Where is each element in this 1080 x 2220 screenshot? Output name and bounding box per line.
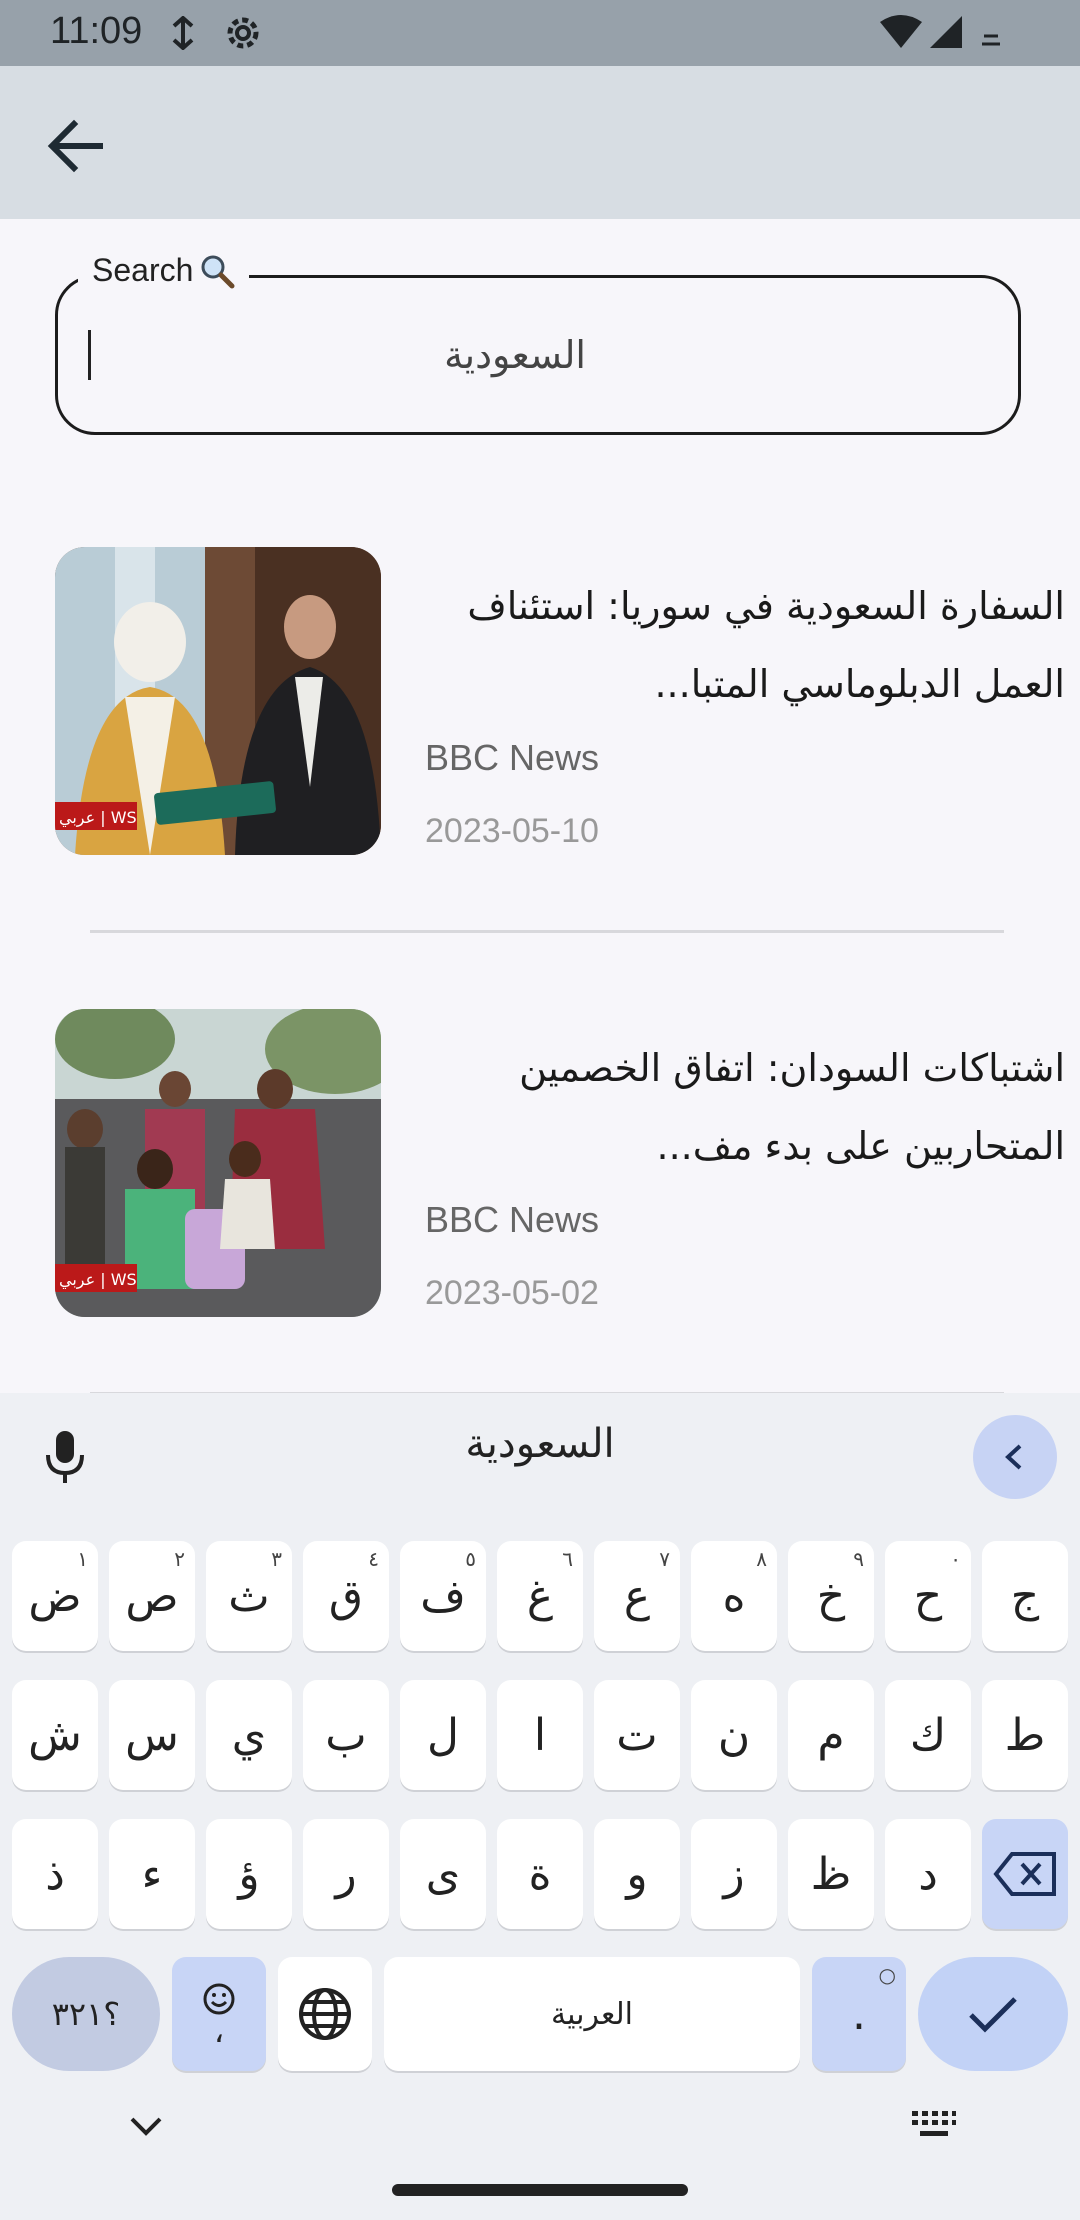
key[interactable]: ل (400, 1680, 486, 1790)
key[interactable]: غ٦ (497, 1541, 583, 1651)
article-title[interactable]: اشتباكات السودان: اتفاق الخصمين المتحارب… (425, 1029, 1065, 1185)
key[interactable]: ص٢ (109, 1541, 195, 1651)
key[interactable]: ر (303, 1819, 389, 1929)
key[interactable]: ع٧ (594, 1541, 680, 1651)
symbols-key[interactable]: ؟٣٢١ (12, 1957, 160, 2071)
article-card[interactable]: عربي | WS اشتباكات السودان: اتفاق الخصمي… (55, 1009, 1065, 1319)
key[interactable]: ت (594, 1680, 680, 1790)
battery-icon (982, 34, 1000, 46)
key[interactable]: ظ (788, 1819, 874, 1929)
status-time: 11:09 (50, 10, 143, 52)
suggestion-strip: السعودية (0, 1393, 1080, 1518)
chevron-left-icon (1005, 1444, 1022, 1470)
wifi-icon (880, 15, 922, 48)
key[interactable]: ط (982, 1680, 1068, 1790)
microphone-icon[interactable] (40, 1429, 90, 1485)
key[interactable]: ف٥ (400, 1541, 486, 1651)
text-caret (88, 330, 91, 380)
key[interactable]: خ٩ (788, 1541, 874, 1651)
keyboard-switch-icon[interactable] (910, 2107, 958, 2143)
article-source: BBC News (425, 737, 600, 778)
key[interactable]: ى (400, 1819, 486, 1929)
backspace-key[interactable] (982, 1819, 1068, 1929)
key[interactable]: ب (303, 1680, 389, 1790)
signal-icon (930, 16, 962, 48)
globe-icon (299, 1988, 351, 2040)
key[interactable]: ة (497, 1819, 583, 1929)
article-date: 2023-05-10 (425, 812, 599, 850)
key[interactable]: ش (12, 1680, 98, 1790)
key[interactable]: ث٣ (206, 1541, 292, 1651)
checkmark-icon (969, 1997, 1017, 2033)
language-key[interactable] (278, 1957, 372, 2071)
emoji-key[interactable]: ، (172, 1957, 266, 2071)
suggestion-word[interactable]: السعودية (340, 1421, 740, 1467)
bbc-badge: عربي | WS (59, 1270, 137, 1290)
article-card[interactable]: عربي | WS السفارة السعودية في سوريا: است… (55, 547, 1065, 857)
search-label: Search (78, 252, 250, 289)
data-saver-icon (172, 16, 194, 50)
key[interactable]: ح٠ (885, 1541, 971, 1651)
article-source: BBC News (425, 1199, 600, 1240)
key[interactable]: ن (691, 1680, 777, 1790)
key[interactable]: ؤ (206, 1819, 292, 1929)
article-image: عربي | WS (55, 547, 381, 855)
space-bar[interactable]: العربية (384, 1957, 800, 2071)
comma-label: ، (213, 2012, 225, 2050)
article-date: 2023-05-02 (425, 1274, 599, 1312)
key[interactable]: ء (109, 1819, 195, 1929)
key[interactable]: د (885, 1819, 971, 1929)
hide-keyboard-chevron-icon[interactable] (126, 2111, 166, 2141)
emoji-icon (203, 1983, 235, 2015)
article-thumbnail: عربي | WS (55, 1009, 381, 1317)
bbc-badge: عربي | WS (59, 808, 137, 828)
key[interactable]: م (788, 1680, 874, 1790)
article-title[interactable]: السفارة السعودية في سوريا: استئناف العمل… (425, 567, 1065, 723)
key[interactable]: ج (982, 1541, 1068, 1651)
status-bar: 11:09 (0, 0, 1080, 66)
article-thumbnail: عربي | WS (55, 547, 381, 855)
magnifier-icon (201, 255, 235, 288)
article-image: عربي | WS (55, 1009, 381, 1317)
key[interactable]: ز (691, 1819, 777, 1929)
search-field[interactable]: Search السعودية (55, 252, 1021, 435)
settings-gear-icon (227, 17, 259, 49)
back-arrow-icon[interactable] (40, 110, 112, 182)
divider (90, 930, 1004, 933)
key[interactable]: ذ (12, 1819, 98, 1929)
key[interactable]: ا (497, 1680, 583, 1790)
key[interactable]: ه٨ (691, 1541, 777, 1651)
key[interactable]: ك (885, 1680, 971, 1790)
key[interactable]: س (109, 1680, 195, 1790)
collapse-suggestions-button[interactable] (973, 1415, 1057, 1499)
enter-key[interactable] (918, 1957, 1068, 2071)
period-key[interactable]: . ○ (812, 1957, 906, 2071)
key[interactable]: ي (206, 1680, 292, 1790)
app-bar (0, 66, 1080, 219)
home-indicator[interactable] (392, 2184, 688, 2196)
key[interactable]: و (594, 1819, 680, 1929)
key[interactable]: ض١ (12, 1541, 98, 1651)
search-input[interactable]: السعودية (86, 318, 586, 392)
key[interactable]: ق٤ (303, 1541, 389, 1651)
backspace-icon (993, 1852, 1056, 1896)
navigation-bar (0, 2085, 1080, 2220)
